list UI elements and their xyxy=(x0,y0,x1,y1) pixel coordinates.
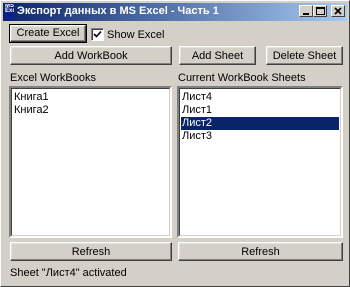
sheets-list-inner: Лист4 Лист1 Лист2 Лист3 xyxy=(179,88,341,236)
add-workbook-button[interactable]: Add WorkBook xyxy=(10,46,172,65)
app-icon: MS Excel xyxy=(5,4,14,20)
workbooks-label: Excel WorkBooks xyxy=(10,72,96,84)
close-icon xyxy=(334,7,342,15)
minimize-icon xyxy=(303,13,309,15)
sheet-item[interactable]: Лист4 xyxy=(181,91,212,104)
minimize-button[interactable] xyxy=(299,5,313,17)
delete-sheet-button[interactable]: Delete Sheet xyxy=(266,46,343,65)
maximize-button[interactable] xyxy=(313,5,327,17)
status-text: Sheet "Лист4" activated xyxy=(10,267,127,279)
sheets-listbox[interactable]: Лист4 Лист1 Лист2 Лист3 xyxy=(177,86,343,238)
create-excel-button[interactable]: Create Excel xyxy=(9,24,87,43)
workbooks-listbox[interactable]: Книга1 Книга2 xyxy=(9,86,172,238)
sheets-label: Current WorkBook Sheets xyxy=(178,72,306,84)
main-window: MS Excel Экспорт данных в MS Excel - Час… xyxy=(0,0,350,287)
close-button[interactable] xyxy=(331,5,345,17)
window-title: Экспорт данных в MS Excel - Часть 1 xyxy=(17,5,219,17)
show-excel-label[interactable]: Show Excel xyxy=(107,29,164,41)
add-sheet-button[interactable]: Add Sheet xyxy=(179,46,256,65)
workbook-item[interactable]: Книга2 xyxy=(13,104,49,117)
title-bar[interactable]: MS Excel Экспорт данных в MS Excel - Час… xyxy=(3,3,347,21)
show-excel-checkbox[interactable] xyxy=(91,28,104,41)
check-icon xyxy=(93,30,102,38)
workbook-item[interactable]: Книга1 xyxy=(13,91,49,104)
workbooks-list-inner: Книга1 Книга2 xyxy=(11,88,170,236)
workbooks-refresh-button[interactable]: Refresh xyxy=(10,242,172,261)
sheets-refresh-button[interactable]: Refresh xyxy=(178,242,343,261)
maximize-icon xyxy=(316,7,325,15)
sheet-item[interactable]: Лист1 xyxy=(181,104,212,117)
sheet-item[interactable]: Лист3 xyxy=(181,130,212,143)
sheet-item-selected[interactable]: Лист2 xyxy=(181,117,339,130)
